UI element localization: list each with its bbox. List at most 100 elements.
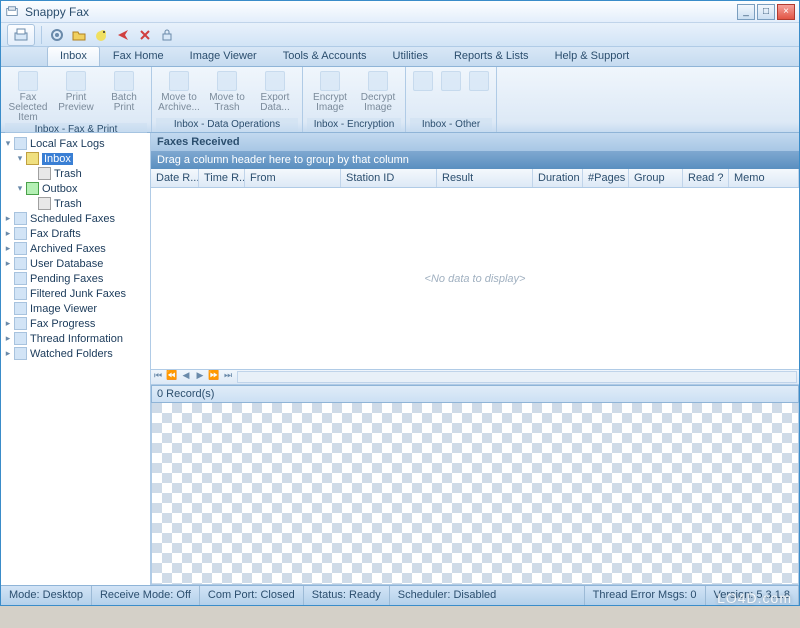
ribbon-group-label: Inbox - Other [410,118,492,132]
status-comport: Com Port: Closed [200,586,304,605]
tab-image-viewer[interactable]: Image Viewer [177,46,270,66]
tab-inbox[interactable]: Inbox [47,46,100,66]
tab-tools-accounts[interactable]: Tools & Accounts [270,46,380,66]
ribbon: Fax SelectedItem PrintPreview BatchPrint… [1,67,799,133]
watch-icon [14,347,27,360]
tree-panel: ▾Local Fax Logs ▾Inbox Trash ▾Outbox Tra… [1,133,151,585]
maximize-button[interactable]: □ [757,4,775,20]
user-icon [14,257,27,270]
tab-fax-home[interactable]: Fax Home [100,46,177,66]
tree-archived[interactable]: ▸Archived Faxes [3,241,148,256]
export-icon [265,71,285,91]
quick-toolbar [1,23,799,47]
other-button-3[interactable] [466,69,492,118]
col-station[interactable]: Station ID [341,169,437,187]
tree-local-fax-logs[interactable]: ▾Local Fax Logs [3,136,148,151]
record-navigator: ⏮ ⏪ ◀ ▶ ⏩ ⏭ [151,369,799,385]
minimize-button[interactable]: _ [737,4,755,20]
decrypt-icon [368,71,388,91]
tree-scheduled[interactable]: ▸Scheduled Faxes [3,211,148,226]
group-by-bar[interactable]: Drag a column header here to group by th… [151,151,799,169]
send-icon[interactable] [114,26,132,44]
close-button[interactable]: × [777,4,795,20]
tree-image-viewer[interactable]: Image Viewer [3,301,148,316]
draft-icon [14,227,27,240]
tree-drafts[interactable]: ▸Fax Drafts [3,226,148,241]
other-button-1[interactable] [410,69,436,118]
archive-icon [169,71,189,91]
col-read[interactable]: Read ? [683,169,729,187]
nav-prev-page-button[interactable]: ⏪ [165,370,179,384]
folder-icon[interactable] [70,26,88,44]
encrypt-button[interactable]: EncryptImage [307,69,353,118]
ribbon-tabs: Inbox Fax Home Image Viewer Tools & Acco… [1,47,799,67]
tree-user-db[interactable]: ▸User Database [3,256,148,271]
col-group[interactable]: Group [629,169,683,187]
duck-icon[interactable] [92,26,110,44]
tree-filtered[interactable]: Filtered Junk Faxes [3,286,148,301]
progress-icon [14,317,27,330]
image-icon [14,302,27,315]
batch-print-button[interactable]: BatchPrint [101,69,147,123]
batch-icon [114,71,134,91]
tree-inbox-trash[interactable]: Trash [3,166,148,181]
fax-selected-button[interactable]: Fax SelectedItem [5,69,51,123]
ribbon-group-label: Inbox - Encryption [307,118,401,132]
ribbon-group-data-ops: Move toArchive... Move toTrash ExportDat… [152,67,303,132]
move-trash-button[interactable]: Move toTrash [204,69,250,118]
data-grid[interactable]: <No data to display> [151,188,799,369]
tree-pending[interactable]: Pending Faxes [3,271,148,286]
col-date[interactable]: Date R... [151,169,199,187]
nav-first-button[interactable]: ⏮ [151,370,165,384]
status-mode: Mode: Desktop [1,586,92,605]
tree-inbox[interactable]: ▾Inbox [3,151,148,166]
tree-watched[interactable]: ▸Watched Folders [3,346,148,361]
nav-scrollbar[interactable] [237,371,797,383]
tree-thread-info[interactable]: ▸Thread Information [3,331,148,346]
export-data-button[interactable]: ExportData... [252,69,298,118]
grid-title: Faxes Received [151,133,799,151]
status-version: Version: 5.3.1.8 [706,586,799,605]
encrypt-icon [320,71,340,91]
col-duration[interactable]: Duration [533,169,583,187]
tree-outbox-trash[interactable]: Trash [3,196,148,211]
tab-help-support[interactable]: Help & Support [542,46,643,66]
record-count: 0 Record(s) [151,385,799,403]
tree-progress[interactable]: ▸Fax Progress [3,316,148,331]
printer-icon [12,27,30,43]
nav-next-button[interactable]: ▶ [193,370,207,384]
nav-next-page-button[interactable]: ⏩ [207,370,221,384]
print-preview-button[interactable]: PrintPreview [53,69,99,123]
pending-icon [14,272,27,285]
other-button-2[interactable] [438,69,464,118]
col-from[interactable]: From [245,169,341,187]
col-memo[interactable]: Memo [729,169,799,187]
col-result[interactable]: Result [437,169,533,187]
gear-icon[interactable] [48,26,66,44]
move-archive-button[interactable]: Move toArchive... [156,69,202,118]
tab-reports-lists[interactable]: Reports & Lists [441,46,542,66]
titlebar: Snappy Fax _ □ × [1,1,799,23]
outbox-icon [26,182,39,195]
status-scheduler: Scheduler: Disabled [390,586,585,605]
ribbon-group-encryption: EncryptImage DecryptImage Inbox - Encryp… [303,67,406,132]
inbox-icon [26,152,39,165]
decrypt-button[interactable]: DecryptImage [355,69,401,118]
trash-icon [38,167,51,180]
fax-icon [18,71,38,91]
delete-icon[interactable] [136,26,154,44]
column-headers: Date R... Time R... From Station ID Resu… [151,169,799,188]
folder-icon [14,137,27,150]
nav-prev-button[interactable]: ◀ [179,370,193,384]
misc-icon [413,71,433,91]
print-button[interactable] [7,24,35,46]
app-window: Snappy Fax _ □ × Inbox Fax Home Image Vi… [0,0,800,606]
col-time[interactable]: Time R... [199,169,245,187]
misc-icon [469,71,489,91]
calendar-icon [14,212,27,225]
tab-utilities[interactable]: Utilities [380,46,441,66]
tree-outbox[interactable]: ▾Outbox [3,181,148,196]
nav-last-button[interactable]: ⏭ [221,370,235,384]
col-pages[interactable]: #Pages [583,169,629,187]
lock-icon[interactable] [158,26,176,44]
